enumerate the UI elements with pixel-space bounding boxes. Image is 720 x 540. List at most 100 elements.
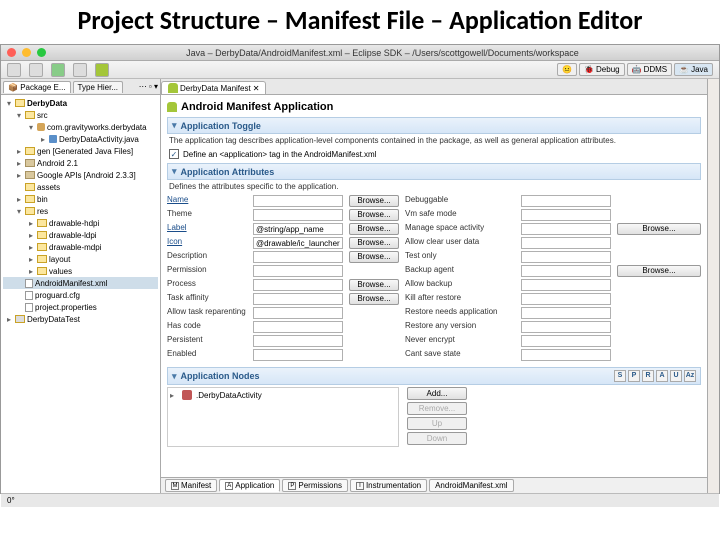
attr-input-backup-agent[interactable] xyxy=(521,265,611,277)
attr-label-allow-clear-user-data: Allow clear user data xyxy=(405,237,515,249)
perspective-java[interactable]: ☕ Java xyxy=(674,63,713,76)
tree-layout[interactable]: ▸layout xyxy=(3,253,158,265)
attr-input-allow-clear-user-data[interactable] xyxy=(521,237,611,249)
browse-button[interactable]: Browse... xyxy=(349,223,399,235)
attr-input-debuggable[interactable] xyxy=(521,195,611,207)
outline-collapsed[interactable] xyxy=(707,79,719,493)
tab-package-explorer[interactable]: 📦 Package E... xyxy=(3,81,71,93)
attr-input-enabled[interactable] xyxy=(253,349,343,361)
browse-button[interactable]: Browse... xyxy=(617,223,701,235)
attr-input-task-affinity[interactable] xyxy=(253,293,343,305)
remove-node-button[interactable]: Remove... xyxy=(407,402,467,415)
attr-label-name[interactable]: Name xyxy=(167,195,247,207)
attr-input-permission[interactable] xyxy=(253,265,343,277)
attr-input-cant-save-state[interactable] xyxy=(521,349,611,361)
node-filter-p[interactable]: P xyxy=(628,370,640,382)
attr-input-process[interactable] xyxy=(253,279,343,291)
tree-project[interactable]: ▾DerbyData xyxy=(3,97,158,109)
attr-label-permission: Permission xyxy=(167,265,247,277)
tree-src[interactable]: ▾src xyxy=(3,109,158,121)
attr-label-restore-any-version: Restore any version xyxy=(405,321,515,333)
bottom-tab-application[interactable]: AApplication xyxy=(219,479,280,492)
tree-proguard[interactable]: proguard.cfg xyxy=(3,289,158,301)
tree-android-lib[interactable]: ▸Android 2.1 xyxy=(3,157,158,169)
node-filter-u[interactable]: U xyxy=(670,370,682,382)
attr-input-icon[interactable] xyxy=(253,237,343,249)
node-filter-a[interactable]: A xyxy=(656,370,668,382)
attr-label-label[interactable]: Label xyxy=(167,223,247,235)
browse-button[interactable]: Browse... xyxy=(349,279,399,291)
browse-button[interactable]: Browse... xyxy=(349,237,399,249)
tree-drawable-ldpi[interactable]: ▸drawable-ldpi xyxy=(3,229,158,241)
perspective-ddms[interactable]: 🤖 DDMS xyxy=(627,63,673,76)
section-application-nodes[interactable]: ▾Application Nodes SPRAUAz xyxy=(167,367,701,385)
attr-label-icon[interactable]: Icon xyxy=(167,237,247,249)
editor-tab-manifest[interactable]: DerbyData Manifest ✕ xyxy=(161,81,266,94)
tree-java-file[interactable]: ▸DerbyDataActivity.java xyxy=(3,133,158,145)
tab-icon: P xyxy=(288,482,296,490)
attr-input-has-code[interactable] xyxy=(253,321,343,333)
tree-package[interactable]: ▾com.gravityworks.derbydata xyxy=(3,121,158,133)
tree-bin[interactable]: ▸bin xyxy=(3,193,158,205)
perspective-debug[interactable]: 🐞 Debug xyxy=(579,63,625,76)
attr-input-restore-any-version[interactable] xyxy=(521,321,611,333)
add-node-button[interactable]: Add... xyxy=(407,387,467,400)
node-filter-s[interactable]: S xyxy=(614,370,626,382)
attr-input-kill-after-restore[interactable] xyxy=(521,293,611,305)
zoom-icon[interactable] xyxy=(37,48,46,57)
attr-input-test-only[interactable] xyxy=(521,251,611,263)
attr-input-description[interactable] xyxy=(253,251,343,263)
save-icon[interactable] xyxy=(29,63,43,77)
node-filter-r[interactable]: R xyxy=(642,370,654,382)
define-application-checkbox[interactable]: ✓ xyxy=(169,149,179,159)
debug-icon[interactable] xyxy=(73,63,87,77)
section-application-toggle[interactable]: ▾Application Toggle xyxy=(167,117,701,134)
open-perspective-button[interactable]: 😐 xyxy=(557,63,577,76)
up-node-button[interactable]: Up xyxy=(407,417,467,430)
tree-values[interactable]: ▸values xyxy=(3,265,158,277)
browse-button[interactable]: Browse... xyxy=(349,251,399,263)
attr-input-vm-safe-mode[interactable] xyxy=(521,209,611,221)
down-node-button[interactable]: Down xyxy=(407,432,467,445)
bottom-tab-androidmanifest-xml[interactable]: AndroidManifest.xml xyxy=(429,479,513,492)
ide-window: Java – DerbyData/AndroidManifest.xml – E… xyxy=(0,44,720,494)
tree-assets[interactable]: assets xyxy=(3,181,158,193)
section-application-attributes[interactable]: ▾Application Attributes xyxy=(167,163,701,180)
tree-drawable-hdpi[interactable]: ▸drawable-hdpi xyxy=(3,217,158,229)
bottom-tab-manifest[interactable]: MManifest xyxy=(165,479,217,492)
browse-button[interactable]: Browse... xyxy=(617,265,701,277)
browse-button[interactable]: Browse... xyxy=(349,209,399,221)
node-filter-az[interactable]: Az xyxy=(684,370,696,382)
bottom-tab-permissions[interactable]: PPermissions xyxy=(282,479,348,492)
attr-input-allow-task-reparenting[interactable] xyxy=(253,307,343,319)
view-menu-icon[interactable]: ⋯ ▫ ▾ xyxy=(139,82,158,91)
tree-gen[interactable]: ▸gen [Generated Java Files] xyxy=(3,145,158,157)
attr-input-theme[interactable] xyxy=(253,209,343,221)
tree-closed-project[interactable]: ▸DerbyDataTest xyxy=(3,313,158,325)
run-icon[interactable] xyxy=(51,63,65,77)
attr-input-label[interactable] xyxy=(253,223,343,235)
android-icon[interactable] xyxy=(95,63,109,77)
attr-input-allow-backup[interactable] xyxy=(521,279,611,291)
attr-input-name[interactable] xyxy=(253,195,343,207)
application-nodes-list[interactable]: ▸.DerbyDataActivity xyxy=(167,387,399,447)
new-icon[interactable] xyxy=(7,63,21,77)
tree-manifest[interactable]: AndroidManifest.xml xyxy=(3,277,158,289)
attr-input-persistent[interactable] xyxy=(253,335,343,347)
tree-drawable-mdpi[interactable]: ▸drawable-mdpi xyxy=(3,241,158,253)
attr-input-manage-space-activity[interactable] xyxy=(521,223,611,235)
attr-label-enabled: Enabled xyxy=(167,349,247,361)
browse-button[interactable]: Browse... xyxy=(349,195,399,207)
bottom-tab-instrumentation[interactable]: IInstrumentation xyxy=(350,479,427,492)
tree-res[interactable]: ▾res xyxy=(3,205,158,217)
tree-project-properties[interactable]: project.properties xyxy=(3,301,158,313)
browse-button[interactable]: Browse... xyxy=(349,293,399,305)
close-icon[interactable] xyxy=(7,48,16,57)
attr-input-never-encrypt[interactable] xyxy=(521,335,611,347)
attr-label-backup-agent: Backup agent xyxy=(405,265,515,277)
node-activity[interactable]: ▸.DerbyDataActivity xyxy=(170,390,396,400)
tab-type-hierarchy[interactable]: Type Hier... xyxy=(73,81,123,93)
tree-google-lib[interactable]: ▸Google APIs [Android 2.3.3] xyxy=(3,169,158,181)
attr-input-restore-needs-application[interactable] xyxy=(521,307,611,319)
minimize-icon[interactable] xyxy=(22,48,31,57)
